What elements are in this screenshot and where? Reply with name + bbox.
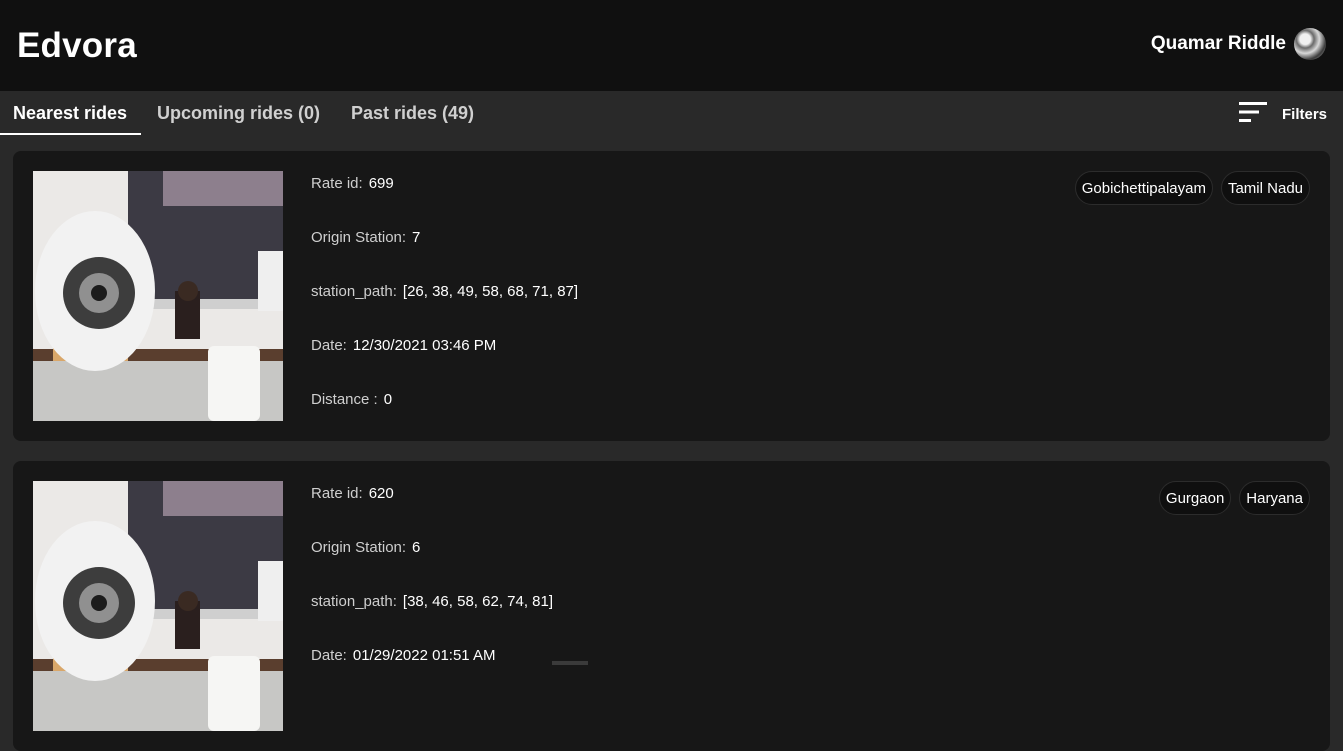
- scrollbar-thumb[interactable]: [552, 661, 588, 665]
- ride-map-image: [33, 481, 283, 731]
- distance-label: Distance :: [311, 391, 378, 408]
- distance-value: 0: [383, 391, 393, 408]
- filter-lines-icon: [1238, 101, 1267, 128]
- station-path-value: [38, 46, 58, 62, 74, 81]: [402, 593, 554, 610]
- station-path-label: station_path:: [311, 283, 397, 300]
- user-profile[interactable]: Quamar Riddle: [1151, 28, 1326, 60]
- station-path-row: station_path: [38, 46, 58, 62, 74, 81]: [311, 593, 553, 647]
- filters-label: Filters: [1281, 106, 1327, 123]
- ride-card[interactable]: Rate id: 620 Origin Station: 6 station_pat…: [13, 461, 1330, 751]
- distance-row: Distance : 0: [311, 391, 578, 445]
- origin-station-row: Origin Station: 6: [311, 539, 553, 593]
- city-chip: Gurgaon: [1158, 481, 1232, 515]
- station-path-label: station_path:: [311, 593, 397, 610]
- location-chips: Gurgaon Haryana: [1151, 481, 1310, 515]
- ride-details: Rate id: 699 Origin Station: 7 station_pat…: [311, 175, 578, 445]
- ride-details: Rate id: 620 Origin Station: 6 station_pat…: [311, 485, 553, 701]
- avatar[interactable]: [1294, 28, 1326, 60]
- origin-station-value: 7: [412, 229, 421, 246]
- date-row: Date: 01/29/2022 01:51 AM: [311, 647, 553, 701]
- ride-card[interactable]: Rate id: 699 Origin Station: 7 station_pat…: [13, 151, 1330, 441]
- station-path-row: station_path: [26, 38, 49, 58, 68, 71, 87…: [311, 283, 578, 337]
- state-chip: Haryana: [1239, 481, 1310, 515]
- rate-id-label: Rate id:: [311, 485, 363, 502]
- rate-id-row: Rate id: 620: [311, 485, 553, 539]
- rate-id-row: Rate id: 699: [311, 175, 578, 229]
- origin-station-row: Origin Station: 7: [311, 229, 578, 283]
- origin-station-label: Origin Station:: [311, 229, 407, 246]
- active-tab-indicator: [0, 133, 141, 135]
- tab-nearest-rides[interactable]: Nearest rides: [13, 103, 127, 124]
- location-chips: Gobichettipalayam Tamil Nadu: [1067, 171, 1310, 205]
- state-chip: Tamil Nadu: [1220, 171, 1310, 205]
- origin-station-label: Origin Station:: [311, 539, 407, 556]
- rate-id-value: 620: [368, 485, 394, 502]
- rate-id-label: Rate id:: [311, 175, 363, 192]
- date-value: 01/29/2022 01:51 AM: [352, 647, 496, 664]
- station-path-value: [26, 38, 49, 58, 68, 71, 87]: [402, 283, 579, 300]
- tab-past-rides[interactable]: Past rides (49): [351, 103, 474, 124]
- filters-button[interactable]: Filters: [1238, 101, 1327, 128]
- user-name[interactable]: Quamar Riddle: [1151, 33, 1286, 55]
- top-bar: Edvora Quamar Riddle: [0, 0, 1343, 91]
- brand-logo[interactable]: Edvora: [17, 26, 137, 66]
- origin-station-value: 6: [412, 539, 421, 556]
- tab-upcoming-rides[interactable]: Upcoming rides (0): [157, 103, 320, 124]
- ride-tabs: Nearest rides Upcoming rides (0) Past ri…: [0, 91, 1343, 135]
- city-chip: Gobichettipalayam: [1074, 171, 1213, 205]
- date-label: Date:: [311, 337, 347, 354]
- rate-id-value: 699: [368, 175, 394, 192]
- date-value: 12/30/2021 03:46 PM: [352, 337, 497, 354]
- ride-map-image: [33, 171, 283, 421]
- date-label: Date:: [311, 647, 347, 664]
- date-row: Date: 12/30/2021 03:46 PM: [311, 337, 578, 391]
